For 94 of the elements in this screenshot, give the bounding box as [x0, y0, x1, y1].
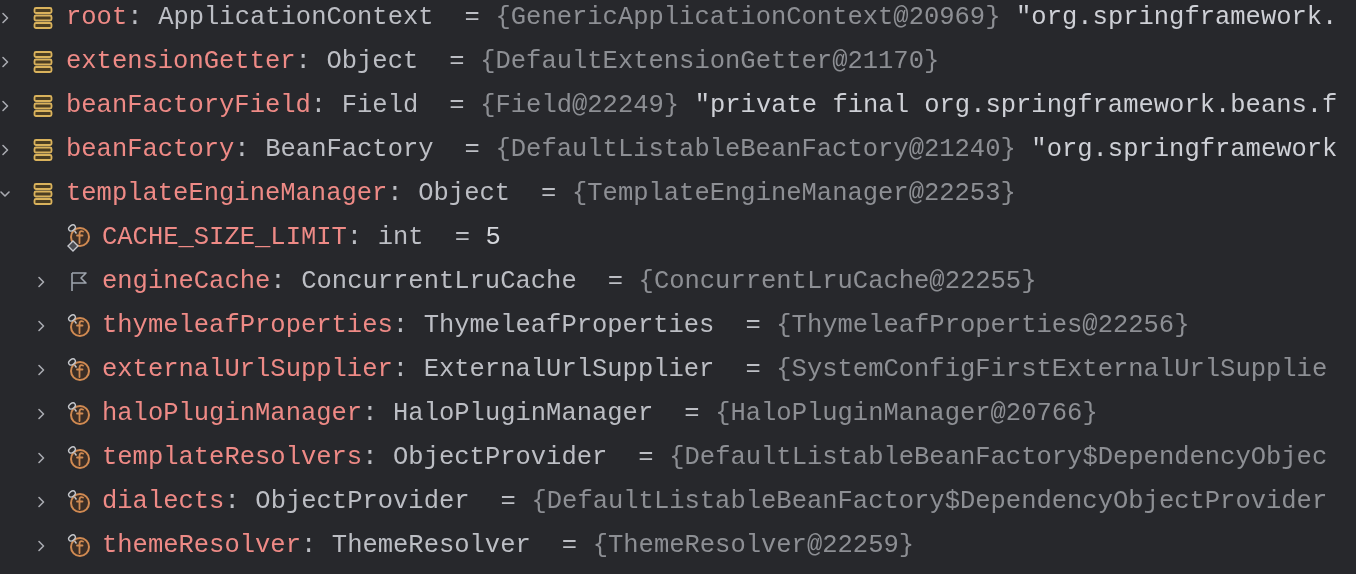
- variable-name: templateResolvers: [102, 441, 363, 474]
- type-separator: :: [362, 397, 378, 430]
- type-separator: :: [270, 265, 286, 298]
- variable-name: thymeleafProperties: [102, 309, 393, 342]
- field-icon: [66, 313, 92, 339]
- variable-name: haloPluginManager: [102, 397, 363, 430]
- stacked-bars-icon: [33, 50, 53, 74]
- flag-icon: [68, 270, 90, 294]
- variable-type: BeanFactory: [265, 133, 434, 166]
- variable-row[interactable]: externalUrlSupplier: ExternalUrlSupplier = {SystemConfigFirstExternalUrlSupplie: [0, 348, 1356, 392]
- variable-row[interactable]: thymeleafProperties: ThymeleafProperties = {ThymeleafProperties@22256}: [0, 304, 1356, 348]
- variable-name: dialects: [102, 485, 225, 518]
- equals-sign: =: [464, 1, 480, 34]
- variable-value: {DefaultListableBeanFactory@21240}: [495, 133, 1016, 166]
- variable-row[interactable]: root: ApplicationContext = {GenericApplicationContext@20969} "org.springframework.: [0, 0, 1356, 40]
- variable-name: root: [66, 1, 128, 34]
- equals-sign: =: [541, 177, 557, 210]
- equals-sign: =: [607, 265, 623, 298]
- field-icon: [66, 489, 92, 515]
- type-separator: :: [234, 133, 250, 166]
- equals-sign: =: [449, 89, 465, 122]
- variable-name: themeResolver: [102, 529, 301, 562]
- variable-type: Object: [326, 45, 419, 78]
- equals-sign: =: [745, 309, 761, 342]
- variable-name: extensionGetter: [66, 45, 296, 78]
- variable-name: externalUrlSupplier: [102, 353, 393, 386]
- variable-row[interactable]: beanFactoryField: Field = {Field@22249} "private final org.springframework.beans.f: [0, 84, 1356, 128]
- type-separator: :: [224, 485, 240, 518]
- variable-row[interactable]: beanFactory: BeanFactory = {DefaultListableBeanFactory@21240} "org.springframework: [0, 128, 1356, 172]
- variable-row[interactable]: dialects: ObjectProvider = {DefaultListableBeanFactory$DependencyObjectProvider: [0, 480, 1356, 524]
- variable-row[interactable]: CACHE_SIZE_LIMIT: int = 5: [0, 216, 1356, 260]
- type-separator: :: [362, 441, 378, 474]
- variable-type: Field: [341, 89, 419, 122]
- type-separator: :: [295, 45, 311, 78]
- type-separator: :: [300, 529, 317, 562]
- type-separator: :: [387, 177, 403, 210]
- variable-value: {SystemConfigFirstExternalUrlSupplie: [776, 353, 1328, 386]
- field-icon: [66, 357, 92, 383]
- equals-sign: =: [464, 133, 480, 166]
- variable-type: ApplicationContext: [158, 1, 434, 34]
- variable-value: {ThymeleafProperties@22256}: [776, 309, 1190, 342]
- variable-type: HaloPluginManager: [393, 397, 654, 430]
- static-field-icon: [66, 223, 92, 253]
- variable-type: ThemeResolver: [331, 529, 531, 562]
- variable-value: {ConcurrentLruCache@22255}: [638, 265, 1037, 298]
- field-icon: [66, 401, 92, 427]
- variable-row[interactable]: engineCache: ConcurrentLruCache = {ConcurrentLruCache@22255}: [0, 260, 1356, 304]
- type-separator: :: [127, 1, 143, 34]
- field-icon: [66, 445, 92, 471]
- type-separator: :: [310, 89, 327, 122]
- stacked-bars-icon: [33, 94, 53, 118]
- equals-sign: =: [638, 441, 654, 474]
- variable-row[interactable]: templateResolvers: ObjectProvider = {DefaultListableBeanFactory$DependencyObjec: [0, 436, 1356, 480]
- equals-sign: =: [684, 397, 700, 430]
- stacked-bars-icon: [33, 138, 53, 162]
- variable-value: 5: [485, 221, 501, 254]
- variable-type: ObjectProvider: [255, 485, 470, 518]
- variable-row[interactable]: themeResolver: ThemeResolver = {ThemeResolver@22259}: [0, 524, 1356, 568]
- variable-value: {TemplateEngineManager@22253}: [572, 177, 1016, 210]
- variable-type: ObjectProvider: [393, 441, 608, 474]
- variable-value: {DefaultExtensionGetter@21170}: [480, 45, 940, 78]
- equals-sign: =: [449, 45, 465, 78]
- string-value: "org.springframework.: [1016, 1, 1338, 34]
- variable-type: Object: [418, 177, 511, 210]
- type-separator: :: [392, 353, 409, 386]
- type-separator: :: [392, 309, 409, 342]
- variable-name: beanFactory: [66, 133, 235, 166]
- variable-value: {Field@22249}: [480, 89, 680, 122]
- variable-value: {DefaultListableBeanFactory$DependencyObjec: [669, 441, 1328, 474]
- variable-type: int: [377, 221, 424, 254]
- variable-row[interactable]: templateEngineManager: Object = {TemplateEngineManager@22253}: [0, 172, 1356, 216]
- variable-name: engineCache: [102, 265, 271, 298]
- variable-name: templateEngineManager: [66, 177, 388, 210]
- variable-value: {ThemeResolver@22259}: [592, 529, 915, 562]
- equals-sign: =: [500, 485, 516, 518]
- equals-sign: =: [561, 529, 578, 562]
- variable-type: ThymeleafProperties: [423, 309, 715, 342]
- variable-value: {HaloPluginManager@20766}: [715, 397, 1098, 430]
- string-value: "private final org.springframework.beans.f: [694, 89, 1338, 122]
- field-icon: [66, 533, 92, 559]
- variable-type: ExternalUrlSupplier: [423, 353, 715, 386]
- stacked-bars-icon: [33, 182, 53, 206]
- variable-type: ConcurrentLruCache: [301, 265, 577, 298]
- stacked-bars-icon: [33, 6, 53, 30]
- variable-name: CACHE_SIZE_LIMIT: [102, 221, 347, 254]
- variable-name: beanFactoryField: [66, 89, 311, 122]
- equals-sign: =: [745, 353, 761, 386]
- equals-sign: =: [454, 221, 470, 254]
- string-value: "org.springframework: [1031, 133, 1338, 166]
- variable-row[interactable]: haloPluginManager: HaloPluginManager = {HaloPluginManager@20766}: [0, 392, 1356, 436]
- variable-row[interactable]: extensionGetter: Object = {DefaultExtensionGetter@21170}: [0, 40, 1356, 84]
- type-separator: :: [346, 221, 363, 254]
- variable-value: {DefaultListableBeanFactory$DependencyObjectProvider: [531, 485, 1328, 518]
- variable-value: {GenericApplicationContext@20969}: [495, 1, 1001, 34]
